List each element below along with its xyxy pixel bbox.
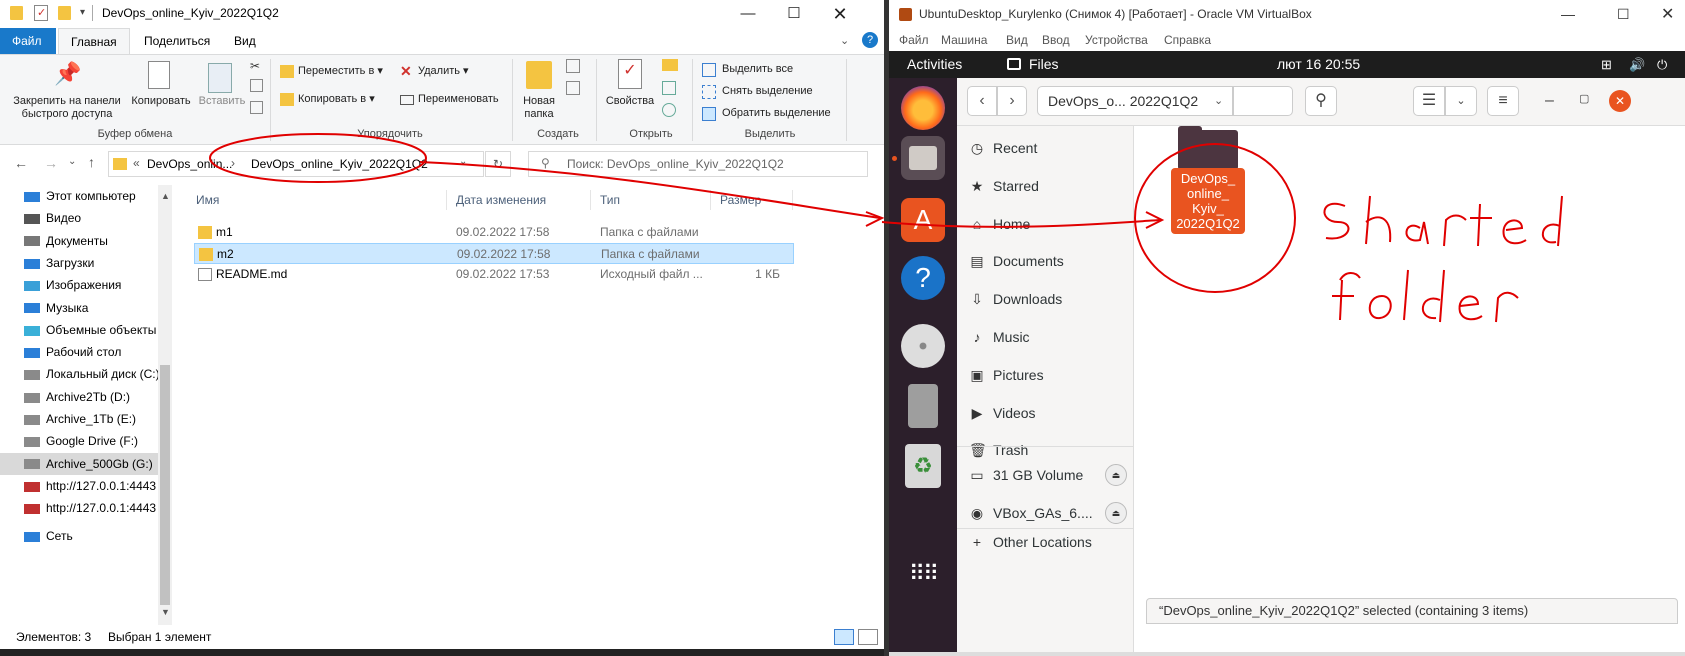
annotation-handwriting [1323,195,1563,323]
annotation-arrow-line [419,161,881,219]
annotation-ellipse-address [209,133,427,183]
annotation-overlay [209,133,1563,323]
